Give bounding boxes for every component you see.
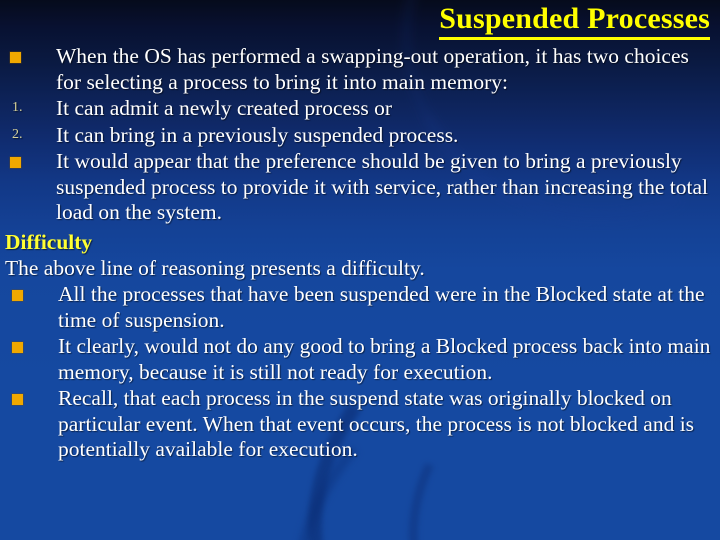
bullet-item-text: Recall, that each process in the suspend…	[58, 386, 695, 461]
bullet-marker	[12, 386, 52, 411]
numbered-item-text: It can admit a newly created process or	[56, 96, 393, 120]
numbered-item: 1. It can admit a newly created process …	[0, 96, 720, 122]
bullet-item-text: It would appear that the preference shou…	[56, 149, 708, 224]
bullet-marker	[10, 149, 50, 174]
slide-title: Suspended Processes	[439, 2, 710, 40]
number-marker: 1.	[10, 96, 50, 121]
square-bullet-icon	[12, 342, 23, 353]
bullet-item: It would appear that the preference shou…	[0, 149, 720, 226]
square-bullet-icon	[10, 157, 21, 168]
section-heading-difficulty: Difficulty	[5, 229, 93, 254]
bullet-item: It clearly, would not do any good to bri…	[0, 334, 720, 385]
number-marker-label: 2.	[12, 126, 23, 142]
bullet-marker	[12, 282, 52, 307]
bullet-item: Recall, that each process in the suspend…	[0, 386, 720, 463]
number-marker-label: 1.	[12, 100, 23, 115]
square-bullet-icon	[12, 290, 23, 301]
square-bullet-icon	[10, 52, 21, 63]
slide-canvas: Suspended Processes When the OS has perf…	[0, 0, 720, 540]
numbered-item: 2. It can bring in a previously suspende…	[0, 123, 720, 149]
square-bullet-icon	[12, 394, 23, 405]
number-marker: 2.	[10, 123, 50, 148]
bullet-marker	[10, 44, 50, 69]
bullet-marker	[12, 334, 52, 359]
bullet-item-text: All the processes that have been suspend…	[58, 282, 705, 332]
slide-body: When the OS has performed a swapping-out…	[0, 44, 720, 463]
slide-title-container: Suspended Processes	[0, 2, 716, 40]
bullet-item: When the OS has performed a swapping-out…	[0, 44, 720, 95]
bullet-item: All the processes that have been suspend…	[0, 282, 720, 333]
section-intro-text: The above line of reasoning presents a d…	[5, 255, 425, 280]
bullet-item-text: It clearly, would not do any good to bri…	[58, 334, 711, 384]
bullet-item-text: When the OS has performed a swapping-out…	[56, 44, 689, 94]
numbered-item-text: It can bring in a previously suspended p…	[56, 122, 459, 147]
